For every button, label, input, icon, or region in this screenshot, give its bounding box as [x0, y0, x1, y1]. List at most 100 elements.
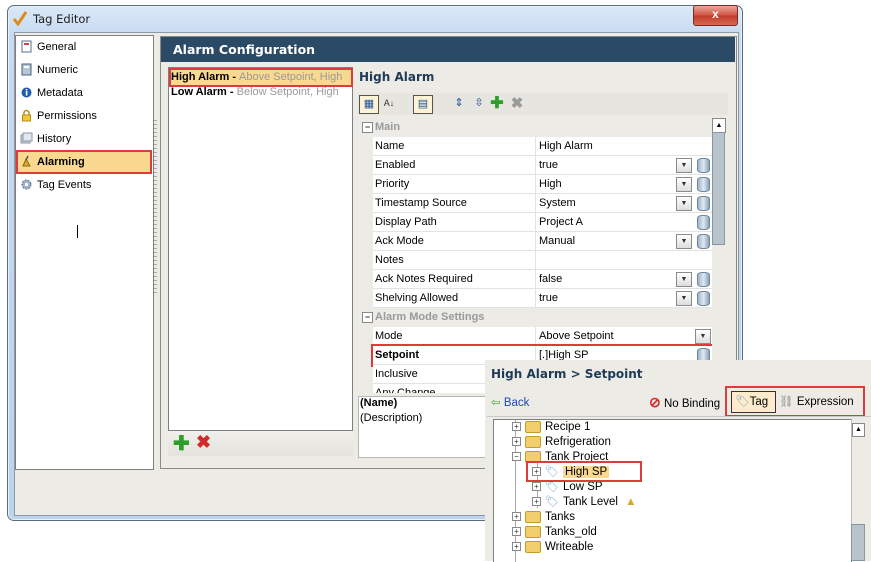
dropdown-arrow-icon[interactable]: ▼ — [676, 177, 692, 192]
expand-all-button[interactable]: ⇕ — [450, 95, 468, 112]
property-row-priority[interactable]: Priority High ▼ — [373, 175, 712, 194]
database-binding-icon[interactable] — [697, 291, 710, 306]
sidebar-item-numeric[interactable]: Numeric — [18, 60, 150, 80]
dropdown-arrow-icon[interactable]: ▼ — [676, 272, 692, 287]
property-row-ack-notes-required[interactable]: Ack Notes Required false ▼ — [373, 270, 712, 289]
collapse-toggle-icon[interactable]: − — [362, 312, 373, 323]
tree-node-tank-level[interactable]: + 🏷 Tank Level ▲ — [532, 495, 637, 510]
collapse-icon[interactable]: − — [512, 452, 521, 462]
scrollbar-thumb[interactable] — [712, 132, 725, 245]
sidebar-item-general[interactable]: General — [18, 37, 150, 57]
expression-option[interactable]: ⛓ Expression — [779, 393, 854, 411]
database-binding-icon[interactable] — [697, 158, 710, 173]
folder-icon — [525, 510, 541, 523]
sidebar-item-alarming[interactable]: Alarming — [16, 150, 152, 174]
back-button[interactable]: ⇦ Back — [491, 395, 529, 409]
dropdown-arrow-icon[interactable]: ▼ — [676, 158, 692, 173]
scroll-up-arrow-icon[interactable]: ▲ — [852, 423, 865, 437]
database-binding-icon[interactable] — [697, 196, 710, 211]
selected-tag-highlight — [526, 461, 642, 482]
no-binding-option[interactable]: ⊘ No Binding — [649, 393, 720, 411]
categorized-icon: ▦ — [363, 98, 375, 110]
tag-icon: 🏷 — [545, 481, 559, 493]
property-value[interactable]: Above Setpoint — [539, 327, 614, 345]
expand-icon[interactable]: + — [512, 542, 521, 552]
group-main[interactable]: − Main — [359, 118, 712, 137]
sidebar-item-history[interactable]: History — [18, 129, 150, 149]
dropdown-arrow-icon[interactable]: ▼ — [676, 291, 692, 306]
alarm-list-item-low[interactable]: Low Alarm - Below Setpoint, High — [171, 85, 351, 100]
divider — [487, 416, 871, 417]
add-icon: ✚ — [490, 95, 504, 112]
scroll-up-arrow-icon[interactable]: ▲ — [712, 118, 726, 133]
window-title: Tag Editor — [33, 12, 91, 26]
tree-node-recipe-1[interactable]: + Recipe 1 — [512, 420, 590, 435]
close-button[interactable]: x — [693, 5, 738, 26]
sidebar-splitter[interactable] — [154, 120, 157, 295]
expand-icon[interactable]: + — [512, 422, 521, 432]
lock-icon — [20, 109, 33, 122]
property-value[interactable]: High — [539, 175, 562, 193]
alarm-bell-icon — [20, 155, 33, 168]
categorized-view-button[interactable]: ▦ — [359, 95, 379, 114]
alarm-list: High Alarm - Above Setpoint, High Low Al… — [168, 67, 353, 431]
property-value[interactable]: true — [539, 156, 558, 174]
tree-node-refrigeration[interactable]: + Refrigeration — [512, 435, 611, 450]
tree-node-writeable[interactable]: + Writeable — [512, 540, 593, 555]
property-value[interactable]: High Alarm — [539, 137, 593, 155]
property-row-mode[interactable]: Mode Above Setpoint ▼ — [373, 327, 712, 346]
property-row-shelving-allowed[interactable]: Shelving Allowed true ▼ — [373, 289, 712, 308]
collapse-toggle-icon[interactable]: − — [362, 122, 373, 133]
property-row-name[interactable]: Name High Alarm — [373, 137, 712, 156]
property-row-display-path[interactable]: Display Path Project A — [373, 213, 712, 232]
alarm-configuration-header: Alarm Configuration — [161, 37, 735, 62]
description-toggle-button[interactable]: ▤ — [413, 95, 433, 114]
expand-icon[interactable]: + — [512, 527, 521, 537]
sort-alpha-button[interactable]: A↓ — [380, 95, 398, 112]
dropdown-arrow-icon[interactable]: ▼ — [695, 329, 711, 344]
tree-node-tanks[interactable]: + Tanks — [512, 510, 575, 525]
sidebar-item-tag-events[interactable]: Tag Events — [18, 175, 150, 195]
description-name: (Name) — [360, 397, 398, 409]
property-row-notes[interactable]: Notes — [373, 251, 712, 270]
alarm-list-item-high[interactable]: High Alarm - Above Setpoint, High — [169, 68, 353, 87]
text-cursor — [77, 225, 78, 238]
database-binding-icon[interactable] — [697, 177, 710, 192]
delete-property-button[interactable]: ✖ — [508, 95, 526, 112]
add-property-button[interactable]: ✚ — [488, 95, 506, 112]
expand-all-icon: ⇕ — [454, 97, 464, 109]
expand-icon[interactable]: + — [512, 437, 521, 447]
dropdown-arrow-icon[interactable]: ▼ — [676, 234, 692, 249]
tree-node-tanks-old[interactable]: + Tanks_old — [512, 525, 597, 540]
property-row-timestamp-source[interactable]: Timestamp Source System ▼ — [373, 194, 712, 213]
tree-node-low-sp[interactable]: + 🏷 Low SP — [532, 480, 603, 495]
delete-alarm-button[interactable]: ✖ — [196, 432, 211, 453]
property-value[interactable]: true — [539, 289, 558, 307]
chain-link-icon: ⛓ — [779, 396, 794, 408]
dropdown-arrow-icon[interactable]: ▼ — [676, 196, 692, 211]
property-value[interactable]: Project A — [539, 213, 583, 231]
property-row-enabled[interactable]: Enabled true ▼ — [373, 156, 712, 175]
database-binding-icon[interactable] — [697, 272, 710, 287]
property-grid: − Main Name High Alarm Enabled true ▼ Pr… — [359, 118, 712, 393]
add-alarm-button[interactable]: ✚ — [173, 431, 190, 456]
sidebar-item-permissions[interactable]: Permissions — [18, 106, 150, 126]
expand-icon[interactable]: + — [532, 497, 541, 507]
collapse-all-button[interactable]: ⇳ — [470, 95, 488, 112]
folder-icon — [525, 420, 541, 433]
scrollbar-thumb[interactable] — [851, 524, 865, 561]
property-row-ack-mode[interactable]: Ack Mode Manual ▼ — [373, 232, 712, 251]
info-icon — [20, 86, 33, 99]
expand-icon[interactable]: + — [532, 482, 541, 492]
database-binding-icon[interactable] — [697, 215, 710, 230]
group-alarm-mode-settings[interactable]: − Alarm Mode Settings — [359, 308, 712, 327]
property-value[interactable]: System — [539, 194, 576, 212]
tag-option[interactable]: 🏷Tag — [731, 391, 776, 413]
folder-icon — [525, 540, 541, 553]
property-value[interactable]: false — [539, 270, 562, 288]
sidebar-item-metadata[interactable]: Metadata — [18, 83, 150, 103]
database-binding-icon[interactable] — [697, 234, 710, 249]
collapse-all-icon: ⇳ — [474, 97, 484, 109]
property-value[interactable]: Manual — [539, 232, 575, 250]
expand-icon[interactable]: + — [512, 512, 521, 522]
